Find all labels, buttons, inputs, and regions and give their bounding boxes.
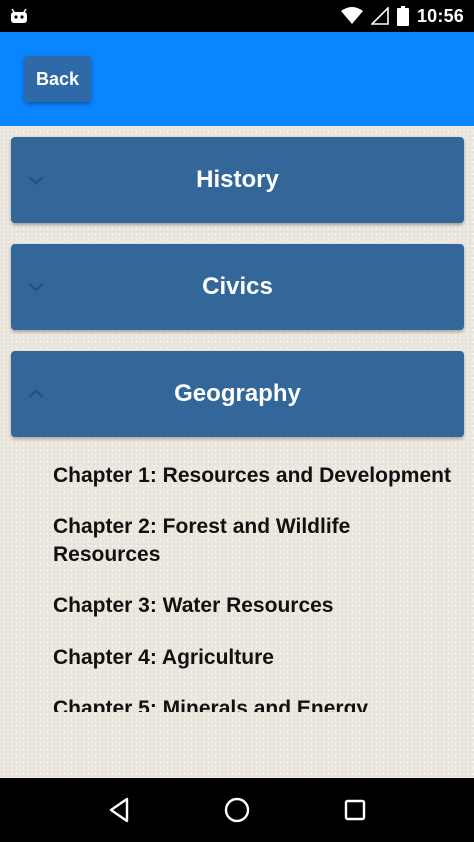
- chapter-item[interactable]: Chapter 3: Water Resources: [53, 592, 474, 620]
- back-button[interactable]: Back: [24, 56, 91, 102]
- accordion-title: Geography: [174, 380, 301, 407]
- chapter-item[interactable]: Chapter 4: Agriculture: [53, 644, 474, 672]
- chapter-item[interactable]: Chapter 5: Minerals and Energy: [53, 695, 474, 712]
- chapter-item[interactable]: Chapter 2: Forest and Wildlife Resources: [53, 513, 393, 569]
- chevron-down-icon: [27, 174, 45, 186]
- chapter-item[interactable]: Chapter 1: Resources and Development: [53, 462, 474, 490]
- content-area: History Civics Geography Chapter 1: Reso…: [0, 126, 474, 778]
- recents-square-icon[interactable]: [335, 790, 375, 830]
- navigation-bar: [0, 778, 474, 842]
- accordion-civics[interactable]: Civics: [11, 244, 464, 330]
- chevron-up-icon: [27, 388, 45, 400]
- app-bar: Back: [0, 32, 474, 126]
- battery-icon: [396, 6, 409, 26]
- signal-icon: [370, 7, 389, 25]
- accordion-title: Civics: [202, 273, 273, 300]
- home-circle-icon[interactable]: [217, 790, 257, 830]
- status-time: 10:56: [416, 5, 464, 26]
- accordion-history[interactable]: History: [11, 137, 464, 223]
- back-triangle-icon[interactable]: [99, 790, 139, 830]
- wifi-icon: [340, 7, 363, 25]
- status-bar: 10:56: [0, 0, 474, 32]
- android-debug-icon: [10, 8, 28, 24]
- accordion-title: History: [196, 166, 279, 193]
- accordion-geography[interactable]: Geography: [11, 351, 464, 437]
- chevron-down-icon: [27, 281, 45, 293]
- chapter-list: Chapter 1: Resources and Development Cha…: [0, 438, 474, 712]
